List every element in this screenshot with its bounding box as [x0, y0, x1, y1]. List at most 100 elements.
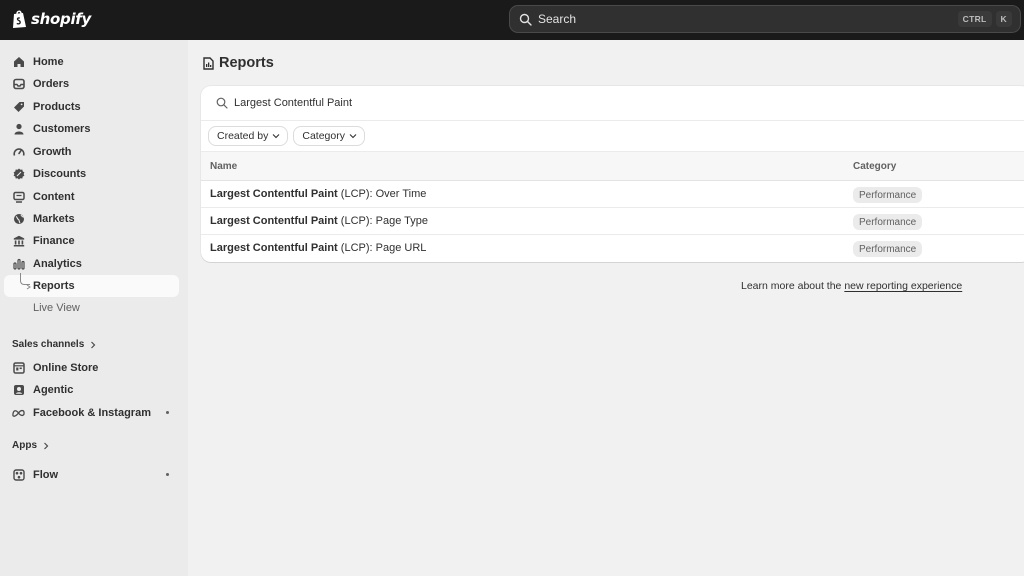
category-badge: Performance: [853, 241, 923, 257]
sidebar-item-label: Analytics: [33, 258, 82, 270]
sidebar-item-growth[interactable]: Growth: [4, 141, 179, 163]
sidebar-item-label: Home: [33, 56, 64, 68]
chevron-down-icon: [272, 134, 280, 139]
sidebar-item-content[interactable]: Content: [4, 186, 179, 208]
globe-icon: [12, 213, 25, 226]
table-row[interactable]: Largest Contentful Paint (LCP): Over Tim…: [201, 181, 1024, 208]
flow-icon: [12, 469, 25, 482]
sidebar-item-label: Finance: [33, 235, 75, 247]
inbox-icon: [12, 78, 25, 91]
sidebar-item-label: Facebook & Instagram: [33, 407, 151, 419]
report-name-rest: (LCP): Over Time: [337, 188, 427, 200]
filter-created-by[interactable]: Created by: [208, 126, 289, 146]
sidebar-item-customers[interactable]: Customers: [4, 118, 179, 140]
notification-dot: [166, 411, 169, 414]
sidebar-subitem-live-view[interactable]: Live View: [4, 297, 179, 319]
sidebar-item-label: Content: [33, 191, 75, 203]
learn-more: Learn more about the new reporting exper…: [741, 280, 962, 292]
category-badge: Performance: [853, 214, 923, 230]
sidebar-item-discounts[interactable]: Discounts: [4, 163, 179, 185]
sidebar: Home Orders Products Customers Growth Di…: [0, 40, 188, 576]
shortcut-key-k: K: [995, 11, 1012, 27]
column-name[interactable]: Name: [210, 161, 237, 172]
page-title: Reports: [203, 55, 274, 71]
report-name[interactable]: Largest Contentful Paint (LCP): Over Tim…: [210, 188, 426, 200]
discount-icon: [12, 168, 25, 181]
sidebar-subitem-label: Live View: [33, 302, 80, 314]
bank-icon: [12, 235, 25, 248]
chevron-right-icon: [91, 341, 96, 348]
search-icon: [216, 97, 228, 109]
category-badge: Performance: [853, 187, 923, 203]
search-shortcut: CTRL K: [957, 11, 1012, 27]
report-name-rest: (LCP): Page URL: [337, 242, 427, 254]
table-header: Name Category: [201, 151, 1024, 181]
sidebar-item-label: Online Store: [33, 362, 99, 374]
gauge-icon: [12, 146, 25, 159]
report-name[interactable]: Largest Contentful Paint (LCP): Page URL: [210, 242, 426, 254]
notification-dot: [166, 473, 169, 476]
shopify-logo[interactable]: shopify: [12, 8, 91, 30]
table-row[interactable]: Largest Contentful Paint (LCP): Page Typ…: [201, 208, 1024, 235]
sidebar-item-label: Growth: [33, 146, 72, 158]
sidebar-item-flow[interactable]: Flow: [4, 464, 179, 486]
table-row[interactable]: Largest Contentful Paint (LCP): Page URL…: [201, 235, 1024, 262]
shopify-bag-icon: [12, 9, 28, 29]
reports-card: Largest Contentful Paint Created by Cate…: [201, 86, 1024, 262]
global-search[interactable]: Search CTRL K: [509, 5, 1021, 33]
sidebar-item-agentic[interactable]: Agentic: [4, 379, 179, 401]
sidebar-item-finance[interactable]: Finance: [4, 230, 179, 252]
apps-label: Apps: [12, 440, 37, 451]
person-icon: [12, 123, 25, 136]
brand-name: shopify: [31, 10, 91, 28]
chevron-right-icon: [44, 442, 49, 449]
sidebar-item-label: Products: [33, 101, 81, 113]
sidebar-item-orders[interactable]: Orders: [4, 73, 179, 95]
sidebar-item-label: Orders: [33, 78, 70, 90]
sidebar-subitem-label: Reports: [33, 280, 75, 292]
sidebar-item-analytics[interactable]: Analytics: [4, 253, 179, 275]
content-icon: [12, 191, 25, 204]
sidebar-subitem-reports[interactable]: Reports: [4, 273, 179, 297]
filter-label: Category: [302, 130, 345, 142]
report-name-highlight: Largest Contentful Paint: [210, 215, 338, 227]
bar-chart-icon: [12, 258, 25, 271]
learn-more-text: Learn more about the: [741, 280, 845, 292]
search-label: Search: [538, 12, 577, 26]
report-name-highlight: Largest Contentful Paint: [210, 242, 338, 254]
tag-icon: [12, 101, 25, 114]
tree-arrow-icon: [26, 284, 31, 290]
shortcut-key-ctrl: CTRL: [957, 11, 992, 27]
sidebar-item-markets[interactable]: Markets: [4, 208, 179, 230]
store-icon: [12, 362, 25, 375]
report-icon: [203, 56, 214, 70]
filter-chips: Created by Category: [208, 126, 365, 146]
sidebar-item-label: Discounts: [33, 168, 87, 180]
sidebar-item-label: Customers: [33, 123, 91, 135]
sales-channels-header[interactable]: Sales channels: [12, 339, 96, 350]
apps-header[interactable]: Apps: [12, 440, 49, 451]
column-category[interactable]: Category: [853, 161, 896, 172]
sidebar-item-home[interactable]: Home: [4, 51, 179, 73]
report-name-highlight: Largest Contentful Paint: [210, 188, 338, 200]
search-icon: [519, 13, 532, 26]
sidebar-item-products[interactable]: Products: [4, 96, 179, 118]
home-icon: [12, 56, 25, 69]
top-bar: shopify Search CTRL K: [0, 0, 1024, 40]
agentic-icon: [12, 384, 25, 397]
reports-search-input[interactable]: Largest Contentful Paint: [201, 86, 1024, 121]
filter-label: Created by: [217, 130, 269, 142]
sidebar-item-online-store[interactable]: Online Store: [4, 357, 179, 379]
sales-channels-label: Sales channels: [12, 339, 85, 350]
page-title-text: Reports: [219, 55, 274, 71]
meta-icon: [12, 407, 25, 420]
report-name[interactable]: Largest Contentful Paint (LCP): Page Typ…: [210, 215, 428, 227]
new-reporting-experience-link[interactable]: new reporting experience: [844, 280, 962, 292]
sidebar-item-label: Flow: [33, 469, 59, 481]
sidebar-item-facebook-instagram[interactable]: Facebook & Instagram: [4, 402, 179, 424]
search-query: Largest Contentful Paint: [234, 97, 353, 109]
chevron-down-icon: [349, 134, 357, 139]
sidebar-item-label: Agentic: [33, 384, 74, 396]
filter-category[interactable]: Category: [293, 126, 365, 146]
report-name-rest: (LCP): Page Type: [337, 215, 429, 227]
